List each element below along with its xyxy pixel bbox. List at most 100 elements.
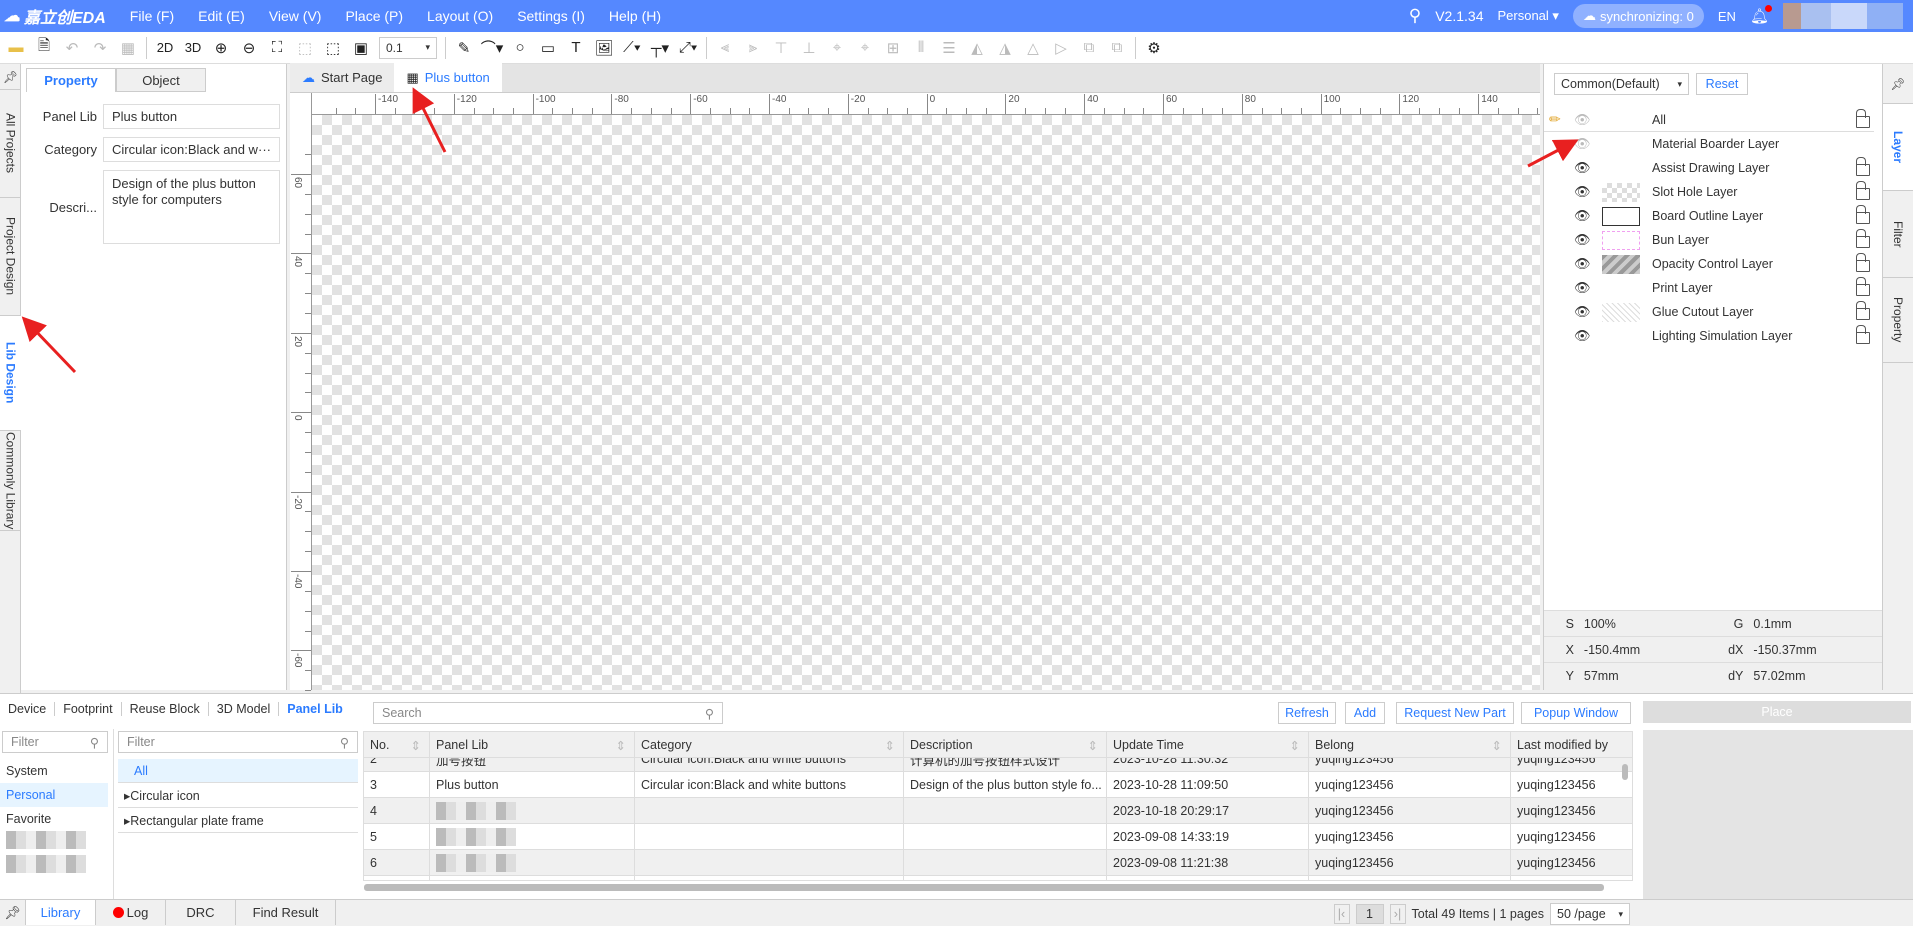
table-row[interactable]: 5 2023-09-08 14:33:19 yuqing123456 yuqing12… — [364, 824, 1632, 850]
right-tab-property[interactable]: Property — [1883, 278, 1913, 363]
source-favorite[interactable]: Favorite — [0, 807, 108, 831]
source-personal[interactable]: Personal — [0, 783, 108, 807]
view-2d-button[interactable]: 2D — [151, 35, 179, 61]
send-back-icon[interactable]: ⧉ — [1103, 35, 1131, 61]
layer-color-swatch[interactable] — [1602, 302, 1640, 322]
layer-row[interactable]: 👁︎ Opacity Control Layer — [1544, 252, 1874, 276]
fit-view-icon[interactable]: ⛶ — [263, 35, 291, 61]
save-icon[interactable]: 🗎︎ — [30, 35, 58, 61]
align-left-icon[interactable]: ⫷ — [711, 35, 739, 61]
horizontal-scrollbar[interactable] — [364, 884, 1604, 891]
align-top-icon[interactable]: ⊤ — [767, 35, 795, 61]
table-row[interactable]: 72023-09-08 11:21:38yuqing123456yuqing12… — [364, 876, 1632, 880]
sidebar-tab-project-design[interactable]: Project Design — [0, 198, 21, 316]
column-header[interactable]: Last modified by — [1511, 732, 1632, 758]
bottom-tab-log[interactable]: Log — [96, 900, 166, 925]
layer-preset-select[interactable]: Common(Default) ▾ — [1554, 73, 1689, 95]
sort-icon[interactable]: ⇕ — [1290, 738, 1300, 753]
zoom-selection-icon[interactable]: ⬚ — [291, 35, 319, 61]
library-search-input[interactable]: Search ⚲ — [373, 702, 723, 724]
app-logo[interactable]: ☁ 嘉立创EDA — [0, 4, 106, 28]
eye-icon[interactable]: 👁︎ — [1574, 256, 1591, 272]
layer-row[interactable]: 👁︎ Slot Hole Layer — [1544, 180, 1874, 204]
menu-file[interactable]: File (F) — [118, 8, 186, 24]
layer-color-swatch[interactable] — [1602, 254, 1640, 274]
sidebar-tab-all-projects[interactable]: All Projects — [0, 90, 21, 198]
unlock-icon[interactable] — [1856, 277, 1870, 296]
layer-row[interactable]: 👁︎ Material Boarder Layer — [1544, 132, 1874, 156]
menu-edit[interactable]: Edit (E) — [186, 8, 257, 24]
popup-window-button[interactable]: Popup Window — [1521, 702, 1631, 724]
eye-icon[interactable]: 👁︎ — [1574, 184, 1591, 200]
unlock-icon[interactable] — [1856, 157, 1870, 176]
menu-layout[interactable]: Layout (O) — [415, 8, 505, 24]
sort-icon[interactable]: ⇕ — [616, 738, 626, 753]
menu-settings[interactable]: Settings (I) — [505, 8, 597, 24]
horizontal-ruler[interactable]: -140 -120 -100 -80 -60 -40 -20 0 20 40 60 80 100 120 1… — [312, 93, 1558, 115]
distribute-h-icon[interactable]: ⫴ — [907, 35, 935, 61]
tab-plus-button[interactable]: ▦ Plus button — [394, 63, 502, 92]
settings-gear-icon[interactable]: ⚙ — [1140, 35, 1168, 61]
zoom-out-icon[interactable]: ⊖ — [235, 35, 263, 61]
column-header[interactable]: Description ⇕ — [904, 732, 1107, 758]
bell-icon[interactable]: 🔔︎ — [1750, 5, 1772, 25]
polyline-icon[interactable]: ⟋▾ — [618, 35, 646, 61]
reset-button[interactable]: Reset — [1696, 73, 1748, 95]
add-button[interactable]: Add — [1345, 702, 1385, 724]
layer-row[interactable]: 👁︎ Bun Layer — [1544, 228, 1874, 252]
board-view-icon[interactable]: ▣ — [347, 35, 375, 61]
dimension-icon[interactable]: ┬▾ — [646, 35, 674, 61]
place-button[interactable]: Place — [1643, 701, 1911, 723]
layer-color-swatch[interactable] — [1602, 206, 1640, 226]
rectangle-icon[interactable]: ▭ — [534, 35, 562, 61]
unlock-icon[interactable] — [1856, 205, 1870, 224]
category-item[interactable]: All — [118, 759, 358, 783]
right-tab-filter[interactable]: Filter — [1883, 191, 1913, 278]
measure-icon[interactable]: ⤢▾ — [674, 35, 702, 61]
layer-row[interactable]: 👁︎ Board Outline Layer — [1544, 204, 1874, 228]
zoom-area-icon[interactable]: ⬚ — [319, 35, 347, 61]
sidebar-tab-lib-design[interactable]: Lib Design — [0, 316, 21, 431]
blurred-item[interactable] — [6, 831, 86, 849]
lib-tab-3d-model[interactable]: 3D Model — [209, 702, 280, 716]
eye-icon[interactable]: 👁︎ — [1574, 328, 1591, 344]
category-filter-input[interactable]: Filter ⚲ — [118, 731, 358, 753]
request-new-part-button[interactable]: Request New Part — [1396, 702, 1514, 724]
blurred-item[interactable] — [6, 855, 86, 873]
search-icon[interactable]: ⚲ — [1409, 6, 1421, 26]
bottom-tab-drc[interactable]: DRC — [166, 900, 236, 925]
table-row[interactable]: 3 Plus button Circular icon:Black and whit… — [364, 772, 1632, 798]
lib-tab-panel-lib[interactable]: Panel Lib — [279, 702, 351, 716]
language-button[interactable]: EN — [1718, 9, 1736, 24]
lib-tab-reuse-block[interactable]: Reuse Block — [122, 702, 209, 716]
grid-size-select[interactable]: 0.1 ▾ — [379, 36, 437, 59]
bring-front-icon[interactable]: ⧉ — [1075, 35, 1103, 61]
lib-tab-footprint[interactable]: Footprint — [55, 702, 122, 716]
vertical-scrollbar[interactable] — [1622, 764, 1628, 780]
column-header[interactable]: Category ⇕ — [635, 732, 904, 758]
source-filter-input[interactable]: Filter ⚲ — [2, 731, 108, 753]
lib-tab-device[interactable]: Device — [0, 702, 56, 716]
sidebar-tab-commonly-library[interactable]: Commonly Library — [0, 431, 21, 531]
sort-icon[interactable]: ⇕ — [1492, 738, 1502, 753]
mirror-icon[interactable]: △ — [1019, 35, 1047, 61]
view-3d-button[interactable]: 3D — [179, 35, 207, 61]
table-row[interactable]: 4 2023-10-18 20:29:17 yuqing123456 yuqing12… — [364, 798, 1632, 824]
align-grid-icon[interactable]: ⊞ — [879, 35, 907, 61]
redo-icon[interactable]: ↷ — [86, 35, 114, 61]
eye-icon[interactable]: 👁︎ — [1574, 280, 1591, 296]
eye-icon[interactable]: 👁︎ — [1574, 160, 1591, 176]
menu-place[interactable]: Place (P) — [333, 8, 415, 24]
align-right-icon[interactable]: ⫸ — [739, 35, 767, 61]
open-folder-icon[interactable]: ▬ — [2, 35, 30, 61]
tab-property[interactable]: Property — [26, 68, 116, 92]
description-field[interactable]: Design of the plus button style for comp… — [103, 170, 280, 244]
account-dropdown[interactable]: Personal ▾ — [1497, 8, 1558, 24]
eye-off-icon[interactable]: 👁︎ — [1574, 112, 1591, 128]
sort-icon[interactable]: ⇕ — [411, 738, 421, 753]
bottom-tab-find-result[interactable]: Find Result — [236, 900, 336, 925]
current-page[interactable]: 1 — [1355, 904, 1384, 924]
unlock-icon[interactable] — [1856, 301, 1870, 320]
sort-icon[interactable]: ⇕ — [1088, 738, 1098, 753]
pin-icon[interactable]: 📌︎ — [1883, 64, 1913, 104]
